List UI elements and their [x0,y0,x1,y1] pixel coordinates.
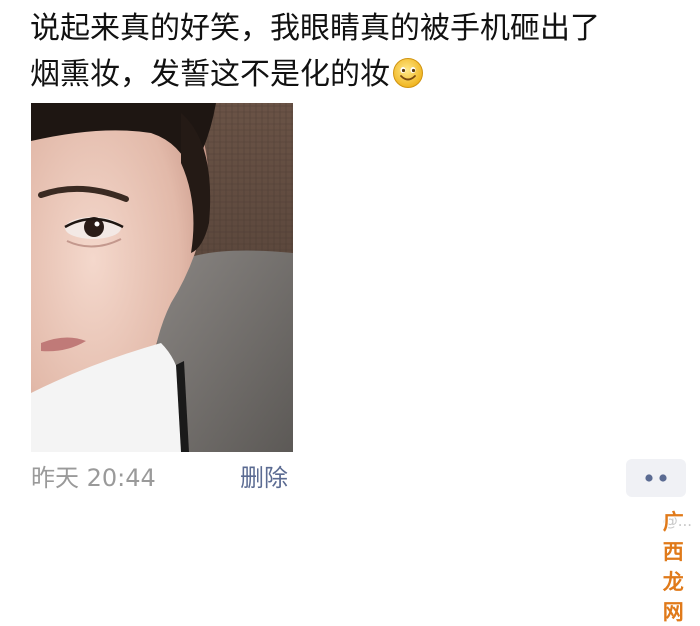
more-actions-button[interactable] [626,459,686,497]
watermark: @... 广西龙网 [663,508,692,624]
two-dots-icon [645,474,667,482]
post-time: 昨天 20:44 [31,464,156,492]
post-text-line2: 烟熏妆，发誓这不是化的妆 [30,57,390,92]
post-photo[interactable] [31,103,293,452]
post-text-line1: 说起来真的好笑，我眼睛真的被手机砸出了 [30,11,600,46]
post-meta: 昨天 20:44 [31,460,156,496]
delete-link[interactable]: 删除 [240,460,288,496]
smile-emoji-icon [393,58,423,88]
watermark-brand: 广西龙网 [662,510,684,624]
post-text: 说起来真的好笑，我眼睛真的被手机砸出了 烟熏妆，发誓这不是化的妆 [30,6,680,98]
